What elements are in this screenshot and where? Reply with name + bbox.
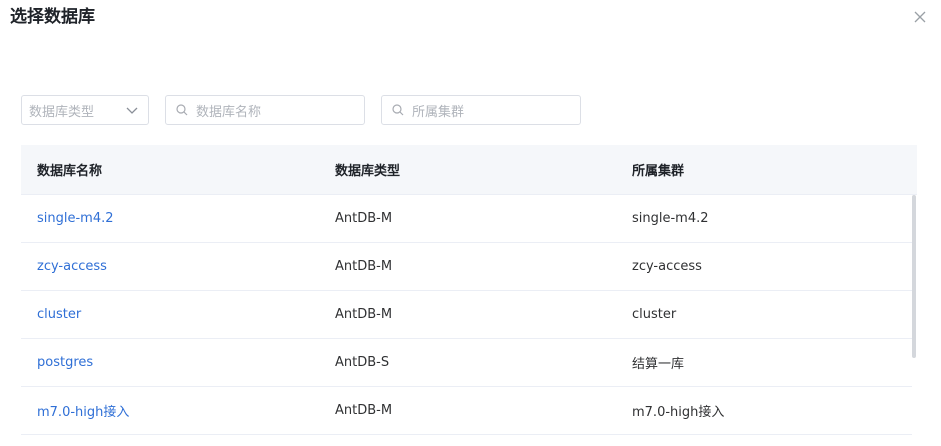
cluster-cell: single-m4.2: [632, 211, 709, 226]
cluster-cell: zcy-access: [632, 259, 702, 274]
table-row[interactable]: postgres AntDB-S 结算一库: [21, 339, 912, 387]
table-row[interactable]: zcy-access AntDB-M zcy-access: [21, 243, 912, 291]
column-header-database-name: 数据库名称: [37, 164, 103, 179]
chevron-down-icon: [126, 107, 138, 114]
database-type-select[interactable]: 数据库类型: [21, 95, 149, 125]
table-row[interactable]: cluster AntDB-M cluster: [21, 291, 912, 339]
database-type-cell: AntDB-M: [335, 211, 393, 226]
table-row[interactable]: single-m4.2 AntDB-M single-m4.2: [21, 195, 912, 243]
database-table: 数据库名称 数据库类型 所属集群 single-m4.2 AntDB-M sin…: [21, 145, 917, 435]
database-name-link[interactable]: cluster: [37, 307, 81, 322]
cluster-placeholder: 所属集群: [412, 104, 465, 120]
table-header: 数据库名称 数据库类型 所属集群: [21, 145, 917, 195]
database-name-link[interactable]: m7.0-high接入: [37, 405, 129, 420]
cluster-cell: 结算一库: [632, 357, 685, 372]
database-name-link[interactable]: zcy-access: [37, 259, 107, 274]
database-name-link[interactable]: single-m4.2: [37, 211, 114, 226]
cluster-cell: m7.0-high接入: [632, 405, 725, 420]
database-type-cell: AntDB-M: [335, 259, 393, 274]
database-name-link[interactable]: postgres: [37, 355, 93, 370]
database-type-cell: AntDB-M: [335, 307, 393, 322]
table-scrollbar[interactable]: [912, 195, 916, 358]
close-icon: [914, 11, 926, 23]
search-icon: [176, 104, 188, 116]
search-icon: [392, 104, 404, 116]
close-button[interactable]: [913, 9, 927, 23]
database-type-cell: AntDB-S: [335, 355, 390, 370]
cluster-cell: cluster: [632, 307, 677, 322]
table-row[interactable]: m7.0-high接入 AntDB-M m7.0-high接入: [21, 387, 912, 435]
database-name-placeholder: 数据库名称: [196, 104, 262, 120]
dialog-title: 选择数据库: [10, 7, 95, 27]
column-header-cluster: 所属集群: [632, 164, 685, 179]
database-type-placeholder: 数据库类型: [29, 104, 95, 120]
database-type-cell: AntDB-M: [335, 403, 393, 418]
cluster-search-input[interactable]: 所属集群: [381, 95, 581, 125]
database-name-search-input[interactable]: 数据库名称: [165, 95, 365, 125]
column-header-database-type: 数据库类型: [335, 164, 401, 179]
